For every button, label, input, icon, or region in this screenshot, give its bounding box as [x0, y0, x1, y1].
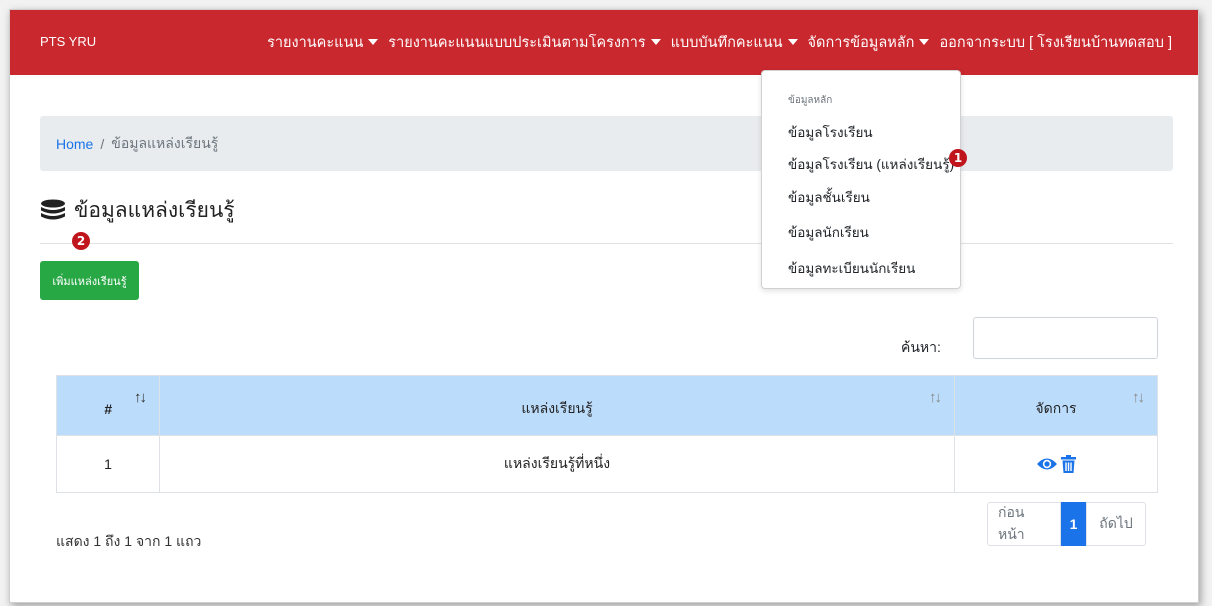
- breadcrumb-separator: /: [100, 135, 105, 152]
- search-input[interactable]: [973, 317, 1158, 359]
- sort-arrows-icon: ↑↓: [1132, 389, 1145, 406]
- nav-menu: รายงานคะแนน รายงานคะแนนแบบประเมินตามโครง…: [267, 31, 1172, 54]
- nav-item-score-report[interactable]: รายงานคะแนน: [267, 31, 379, 54]
- nav-item-project-report[interactable]: รายงานคะแนนแบบประเมินตามโครงการ: [388, 31, 661, 54]
- column-header-actions[interactable]: จัดการ ↑↓: [954, 375, 1158, 436]
- column-header-label: #: [104, 400, 112, 417]
- pagination-previous[interactable]: ก่อนหน้า: [987, 502, 1061, 546]
- master-data-dropdown: ข้อมูลหลัก ข้อมูลโรงเรียน ข้อมูลโรงเรียน…: [761, 70, 961, 289]
- column-header-number[interactable]: # ↑↓: [56, 375, 160, 436]
- nav-item-label: ออกจากระบบ [ โรงเรียนบ้านทดสอบ ]: [939, 35, 1172, 51]
- caret-down-icon: [650, 38, 661, 45]
- row-number: 1: [56, 435, 160, 493]
- callout-badge-2: 2: [72, 232, 90, 250]
- add-learning-source-button[interactable]: เพิ่มแหล่งเรียนรู้: [40, 261, 139, 300]
- browser-window: PTS YRU รายงานคะแนน รายงานคะแนนแบบประเมิ…: [9, 9, 1199, 603]
- table-info: แสดง 1 ถึง 1 จาก 1 แถว: [56, 533, 202, 549]
- breadcrumb-current: ข้อมูลแหล่งเรียนรู้: [111, 134, 219, 151]
- table-header-row: # ↑↓ แหล่งเรียนรู้ ↑↓ จัดการ ↑↓: [56, 375, 1158, 436]
- callout-badge-1: 1: [949, 149, 967, 167]
- pagination-next[interactable]: ถัดไป: [1086, 502, 1146, 546]
- dropdown-item-student-registry[interactable]: ข้อมูลทะเบียนนักเรียน: [788, 257, 915, 279]
- top-navbar: PTS YRU รายงานคะแนน รายงานคะแนนแบบประเมิ…: [10, 10, 1198, 75]
- dropdown-item-school-learning-source[interactable]: ข้อมูลโรงเรียน (แหล่งเรียนรู้): [788, 153, 954, 175]
- row-learning-source: แหล่งเรียนรู้ที่หนึ่ง: [159, 435, 955, 493]
- breadcrumb-home-link[interactable]: Home: [56, 136, 93, 152]
- dropdown-item-class[interactable]: ข้อมูลชั้นเรียน: [788, 186, 870, 208]
- row-actions: [954, 435, 1158, 493]
- nav-item-master-data[interactable]: จัดการข้อมูลหลัก: [808, 31, 930, 54]
- breadcrumb: Home / ข้อมูลแหล่งเรียนรู้: [40, 116, 1173, 171]
- nav-item-logout[interactable]: ออกจากระบบ [ โรงเรียนบ้านทดสอบ ]: [939, 31, 1172, 54]
- nav-item-label: รายงานคะแนนแบบประเมินตามโครงการ: [388, 35, 646, 51]
- sort-arrows-icon: ↑↓: [929, 389, 942, 406]
- sort-arrows-icon: ↑↓: [134, 389, 147, 406]
- caret-down-icon: [368, 38, 379, 45]
- search-label: ค้นหา:: [901, 339, 941, 355]
- pagination-page-1[interactable]: 1: [1061, 502, 1086, 546]
- dropdown-header: ข้อมูลหลัก: [788, 95, 833, 106]
- database-icon: [41, 199, 65, 219]
- title-divider: [40, 243, 1173, 244]
- page-title: ข้อมูลแหล่งเรียนรู้: [40, 194, 235, 227]
- nav-item-score-record[interactable]: แบบบันทึกคะแนน: [671, 31, 798, 54]
- learning-source-table: # ↑↓ แหล่งเรียนรู้ ↑↓ จัดการ ↑↓ 1 แหล่งเ…: [56, 375, 1158, 493]
- column-header-label: จัดการ: [1035, 399, 1077, 416]
- brand-logo[interactable]: PTS YRU: [40, 34, 96, 49]
- trash-icon[interactable]: [1061, 455, 1077, 474]
- dropdown-item-school[interactable]: ข้อมูลโรงเรียน: [788, 121, 873, 143]
- nav-item-label: แบบบันทึกคะแนน: [670, 35, 783, 51]
- caret-down-icon: [919, 38, 930, 45]
- table-row: 1 แหล่งเรียนรู้ที่หนึ่ง: [56, 435, 1158, 493]
- pagination: ก่อนหน้า 1 ถัดไป: [987, 502, 1146, 546]
- column-header-label: แหล่งเรียนรู้: [521, 399, 593, 416]
- nav-item-label: รายงานคะแนน: [267, 35, 364, 51]
- nav-item-label: จัดการข้อมูลหลัก: [807, 35, 915, 51]
- dropdown-item-student[interactable]: ข้อมูลนักเรียน: [788, 221, 869, 243]
- column-header-learning-source[interactable]: แหล่งเรียนรู้ ↑↓: [159, 375, 955, 436]
- caret-down-icon: [787, 38, 798, 45]
- eye-icon[interactable]: [1036, 456, 1058, 472]
- page-title-text: ข้อมูลแหล่งเรียนรู้: [74, 199, 235, 222]
